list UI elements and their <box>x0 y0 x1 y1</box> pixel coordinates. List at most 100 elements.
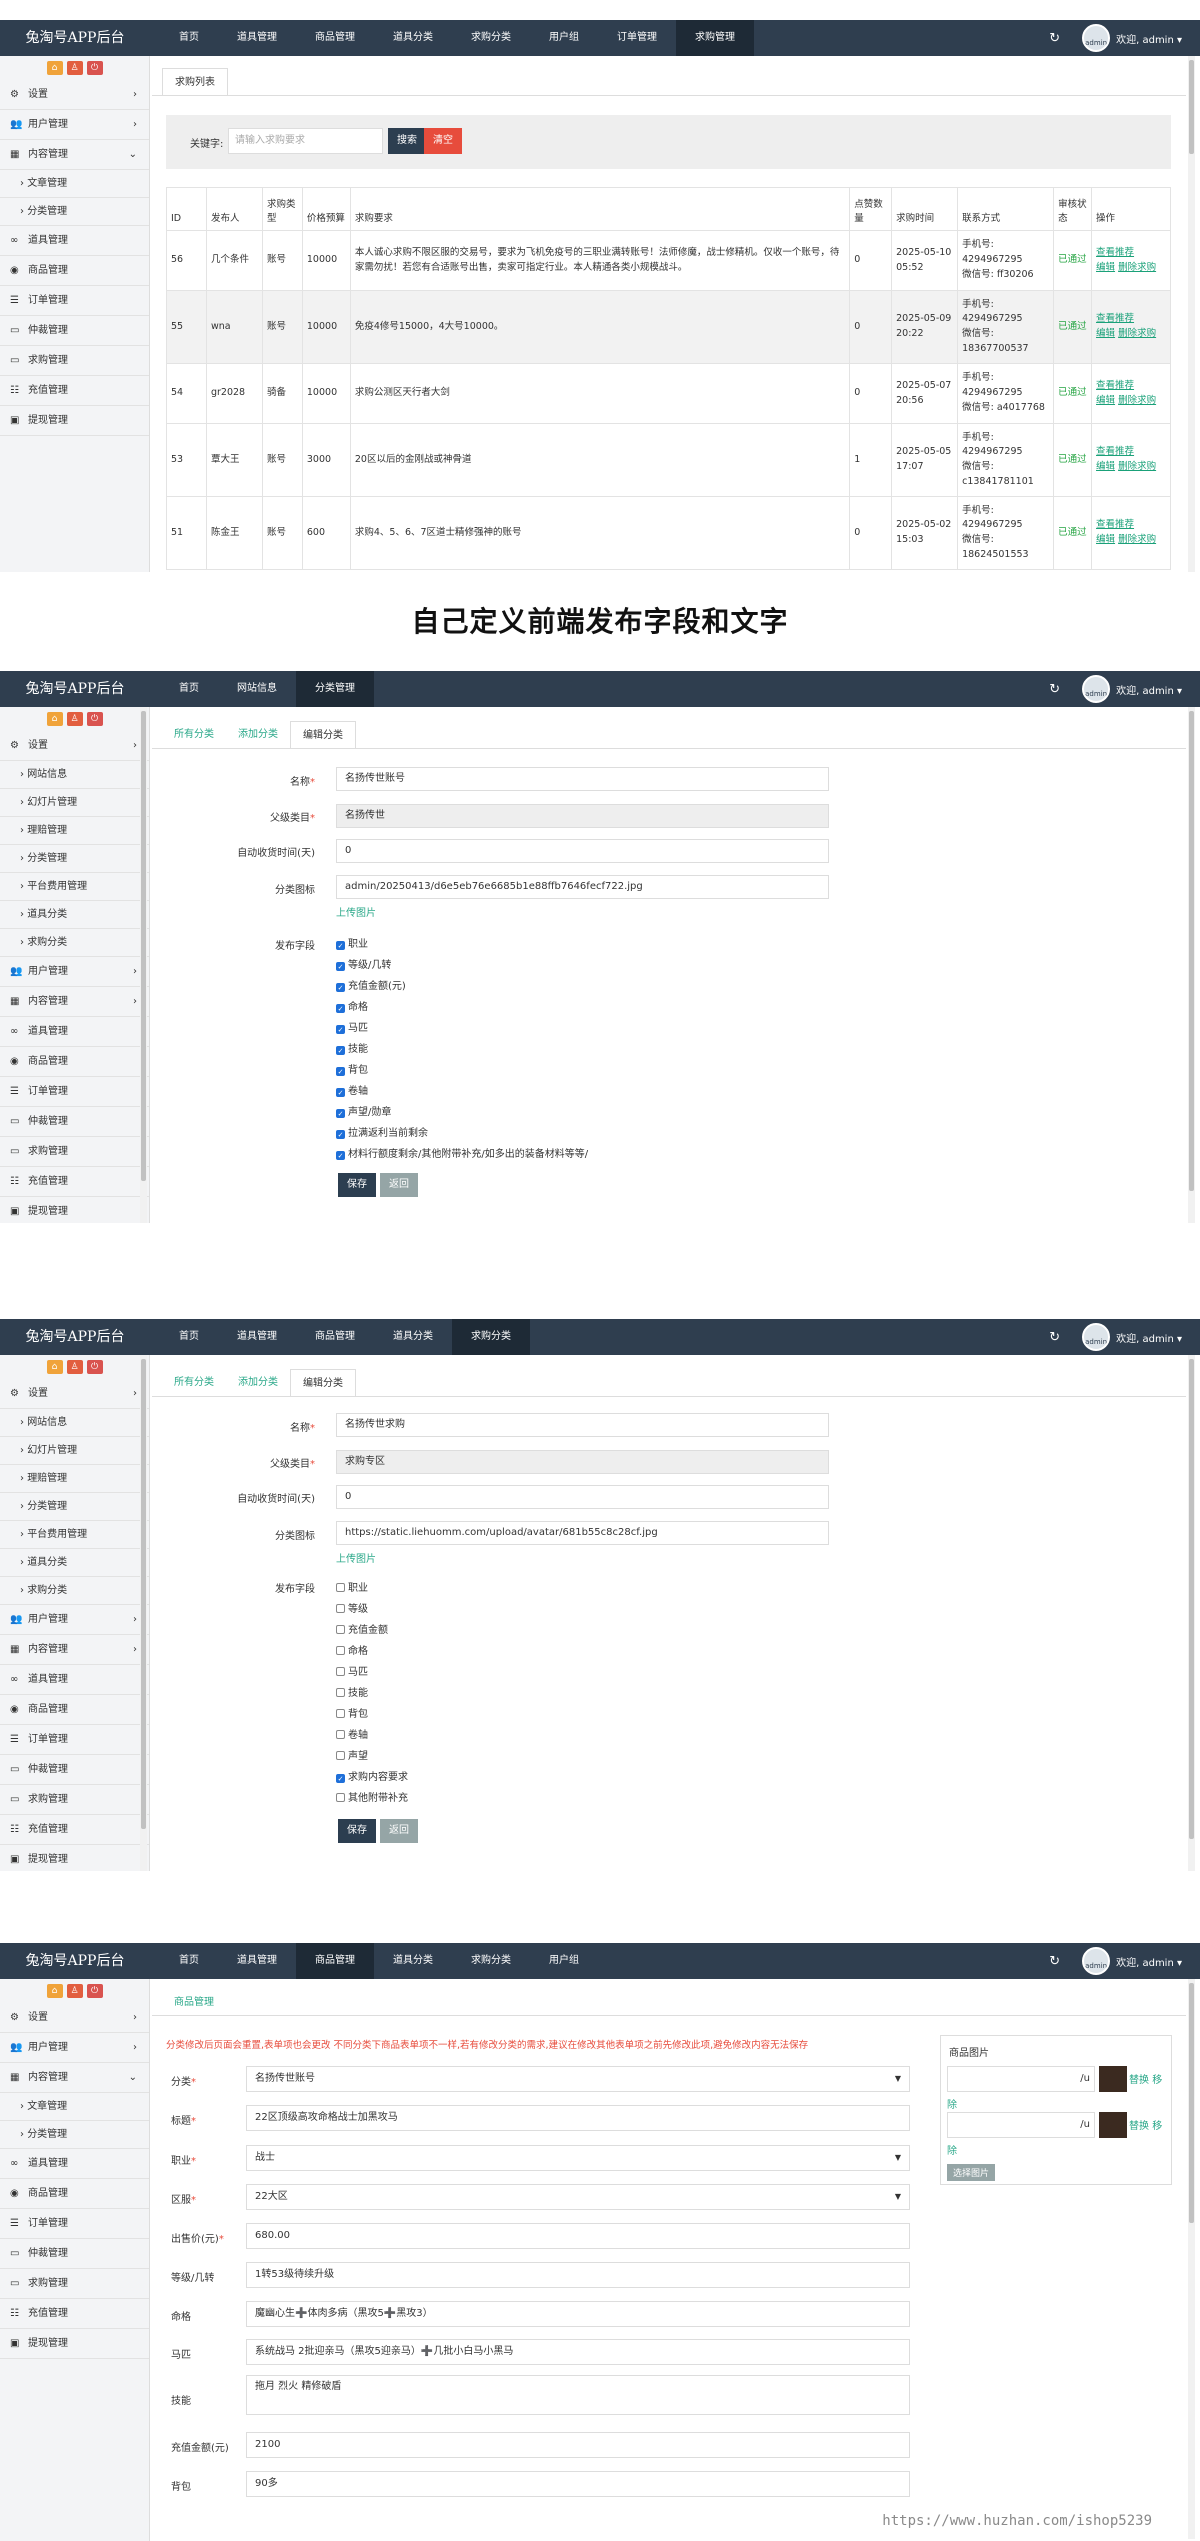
field-checkbox[interactable]: ✓ 职业 <box>336 935 368 950</box>
home-icon[interactable]: ⌂ <box>46 61 63 75</box>
sidebar-item-users[interactable]: 👥 用户管理 › <box>0 110 149 140</box>
sidebar-item-orders[interactable]: ☰ 订单管理 <box>0 1077 149 1107</box>
back-button[interactable]: 返回 <box>380 1819 418 1843</box>
power-icon[interactable]: ⏻ <box>86 1984 103 1998</box>
image-remove-link[interactable]: 除 <box>947 2142 957 2157</box>
view-recommend-link[interactable]: 查看推荐 <box>1096 519 1134 530</box>
delete-link[interactable]: 删除求购 <box>1118 395 1156 406</box>
search-button[interactable]: 搜索 <box>388 128 426 154</box>
user-icon[interactable]: ♙ <box>66 1984 83 1998</box>
field-checkbox[interactable]: ✓ 等级/几转 <box>336 956 391 971</box>
sidebar-item-withdraw[interactable]: ▣ 提现管理 <box>0 406 149 436</box>
edit-link[interactable]: 编辑 <box>1096 262 1115 273</box>
edit-link[interactable]: 编辑 <box>1096 395 1115 406</box>
field-checkbox[interactable]: 其他附带补充 <box>336 1789 408 1804</box>
field-checkbox[interactable]: ✓ 背包 <box>336 1061 368 1076</box>
nav-home[interactable]: 首页 <box>160 1319 218 1355</box>
edit-link[interactable]: 编辑 <box>1096 534 1115 545</box>
sidebar-item-goods[interactable]: ◉ 商品管理 <box>0 256 149 286</box>
field-checkbox[interactable]: ✓ 拉满返利当前剩余 <box>336 1124 428 1139</box>
view-recommend-link[interactable]: 查看推荐 <box>1096 446 1134 457</box>
nav-item-category[interactable]: 道具分类 <box>374 20 452 56</box>
edit-link[interactable]: 编辑 <box>1096 328 1115 339</box>
horse-input[interactable]: 系统战马 2批迎亲马（黑攻5迎亲马）➕几批小白马小黑马 <box>246 2339 910 2365</box>
field-checkbox[interactable]: 等级 <box>336 1600 368 1615</box>
view-recommend-link[interactable]: 查看推荐 <box>1096 380 1134 391</box>
nav-category[interactable]: 分类管理 <box>296 671 374 707</box>
sidebar-item-purchase[interactable]: ▭ 求购管理 <box>0 1137 149 1167</box>
nav-orders[interactable]: 订单管理 <box>598 20 676 56</box>
field-checkbox[interactable]: 充值金额 <box>336 1621 388 1636</box>
delete-link[interactable]: 删除求购 <box>1118 534 1156 545</box>
nav-home[interactable]: 首页 <box>160 671 218 707</box>
sidebar-sub-slides[interactable]: › 幻灯片管理 <box>0 1437 149 1465</box>
sidebar-item-users[interactable]: 👥 用户管理 › <box>0 2033 149 2063</box>
main-scrollbar[interactable] <box>1188 707 1195 1223</box>
sidebar-item-items[interactable]: ∞ 道具管理 <box>0 226 149 256</box>
nav-purchase[interactable]: 求购管理 <box>676 20 754 56</box>
sidebar-item-arbitration[interactable]: ▭ 仲裁管理 <box>0 1755 149 1785</box>
nav-items[interactable]: 道具管理 <box>218 20 296 56</box>
main-scrollbar[interactable] <box>1188 1979 1195 2539</box>
sidebar-sub-category[interactable]: › 分类管理 <box>0 845 149 873</box>
sidebar-item-content[interactable]: ▦ 内容管理 › <box>0 987 149 1017</box>
field-checkbox[interactable]: ✓ 充值金额(元) <box>336 977 406 992</box>
field-checkbox[interactable]: ✓ 声望/勋章 <box>336 1103 391 1118</box>
view-recommend-link[interactable]: 查看推荐 <box>1096 313 1134 324</box>
nav-purchase-category[interactable]: 求购分类 <box>452 1319 530 1355</box>
sidebar-item-users[interactable]: 👥 用户管理 › <box>0 1605 149 1635</box>
refresh-icon[interactable]: ↻ <box>1049 682 1060 697</box>
sidebar-item-settings[interactable]: ⚙ 设置 › <box>0 1379 149 1409</box>
main-scrollbar[interactable] <box>1188 1355 1195 1871</box>
field-checkbox[interactable]: 背包 <box>336 1705 368 1720</box>
server-select[interactable]: 22大区 ▼ <box>246 2184 910 2210</box>
sidebar-sub-item-category[interactable]: › 道具分类 <box>0 1549 149 1577</box>
sidebar-item-goods[interactable]: ◉ 商品管理 <box>0 1047 149 1077</box>
sidebar-item-recharge[interactable]: ☷ 充值管理 <box>0 2299 149 2329</box>
sidebar-item-content[interactable]: ▦ 内容管理 ⌄ <box>0 2063 149 2093</box>
sidebar-scrollbar[interactable] <box>140 707 147 1223</box>
tab-add-category[interactable]: 添加分类 <box>226 1369 290 1397</box>
save-button[interactable]: 保存 <box>338 1173 376 1197</box>
field-checkbox[interactable]: 职业 <box>336 1579 368 1594</box>
skill-textarea[interactable]: 拖月 烈火 精修破盾 <box>246 2375 910 2415</box>
nav-purchase-category[interactable]: 求购分类 <box>452 20 530 56</box>
sidebar-item-purchase[interactable]: ▭ 求购管理 <box>0 1785 149 1815</box>
nav-goods[interactable]: 商品管理 <box>296 1319 374 1355</box>
sidebar-item-items[interactable]: ∞ 道具管理 <box>0 1665 149 1695</box>
bag-input[interactable]: 90多 <box>246 2471 910 2497</box>
refresh-icon[interactable]: ↻ <box>1049 31 1060 46</box>
image-url-input[interactable]: /u <box>947 2112 1095 2138</box>
nav-purchase-category[interactable]: 求购分类 <box>452 1943 530 1979</box>
home-icon[interactable]: ⌂ <box>46 712 63 726</box>
sidebar-item-recharge[interactable]: ☷ 充值管理 <box>0 1815 149 1845</box>
field-checkbox[interactable]: ✓ 命格 <box>336 998 368 1013</box>
welcome-menu[interactable]: 欢迎, admin ▾ <box>1116 1954 1182 1969</box>
auto-days-input[interactable]: 0 <box>336 1485 829 1509</box>
view-recommend-link[interactable]: 查看推荐 <box>1096 247 1134 258</box>
tab-purchase-list[interactable]: 求购列表 <box>162 68 228 96</box>
sidebar-item-recharge[interactable]: ☷ 充值管理 <box>0 1167 149 1197</box>
field-checkbox[interactable]: 声望 <box>336 1747 368 1762</box>
home-icon[interactable]: ⌂ <box>46 1984 63 1998</box>
tab-edit-category[interactable]: 编辑分类 <box>290 1369 356 1397</box>
main-scrollbar[interactable] <box>1188 56 1195 572</box>
image-links[interactable]: 替换 移 <box>1129 2071 1162 2086</box>
sidebar-sub-purchase-category[interactable]: › 求购分类 <box>0 1577 149 1605</box>
field-checkbox[interactable]: ✓ 马匹 <box>336 1019 368 1034</box>
power-icon[interactable]: ⏻ <box>86 61 103 75</box>
sidebar-item-goods[interactable]: ◉ 商品管理 <box>0 2179 149 2209</box>
sidebar-item-goods[interactable]: ◉ 商品管理 <box>0 1695 149 1725</box>
power-icon[interactable]: ⏻ <box>86 712 103 726</box>
tab-edit-category[interactable]: 编辑分类 <box>290 721 356 749</box>
upload-image-link[interactable]: 上传图片 <box>336 1550 376 1565</box>
icon-path-input[interactable]: https://static.liehuomm.com/upload/avata… <box>336 1521 829 1545</box>
upload-image-link[interactable]: 上传图片 <box>336 904 376 919</box>
field-checkbox[interactable]: 卷轴 <box>336 1726 368 1741</box>
sidebar-sub-slides[interactable]: › 幻灯片管理 <box>0 789 149 817</box>
profession-select[interactable]: 战士 ▼ <box>246 2145 910 2171</box>
field-checkbox[interactable]: ✓ 卷轴 <box>336 1082 368 1097</box>
power-icon[interactable]: ⏻ <box>86 1360 103 1374</box>
user-icon[interactable]: ♙ <box>66 712 83 726</box>
field-checkbox[interactable]: 马匹 <box>336 1663 368 1678</box>
